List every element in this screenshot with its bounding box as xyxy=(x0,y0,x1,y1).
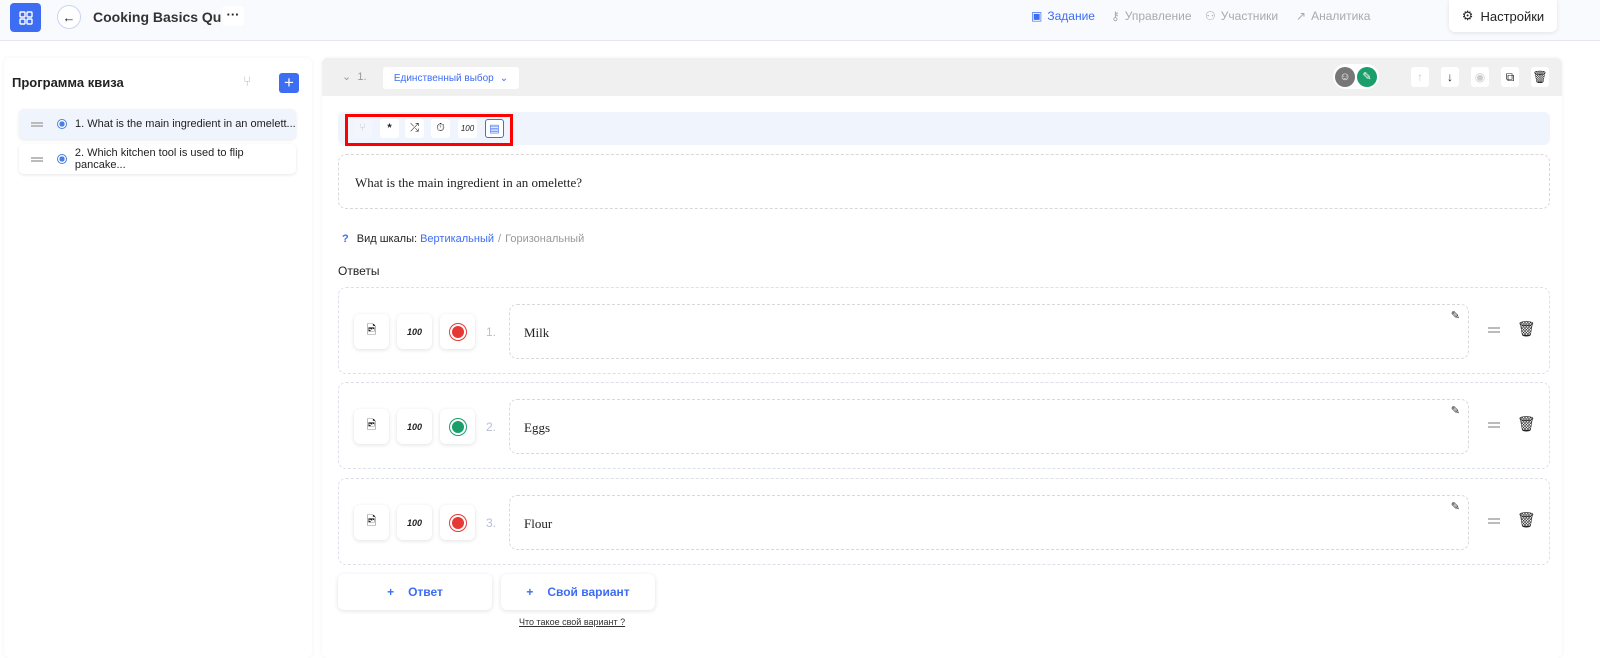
chevron-down-icon[interactable]: ⌄ xyxy=(342,71,351,83)
answer-text-field[interactable]: Flour ✎ xyxy=(509,495,1469,550)
drag-handle-icon[interactable] xyxy=(31,156,43,162)
briefcase-icon: ▣ xyxy=(1031,9,1043,23)
key-icon: ⚷ xyxy=(1111,9,1120,23)
eye-icon[interactable]: ◉ xyxy=(1471,67,1489,87)
plus-icon: + xyxy=(387,585,395,599)
delete-question-button[interactable]: 🗑 xyxy=(1531,67,1549,87)
answer-number: 2. xyxy=(486,420,497,434)
settings-button[interactable]: ⚙ Настройки xyxy=(1449,0,1557,32)
status-dot-icon xyxy=(451,325,464,338)
move-down-button[interactable]: ↓ xyxy=(1441,67,1459,87)
add-answer-button[interactable]: + Ответ xyxy=(338,574,492,610)
drag-handle-icon[interactable] xyxy=(1488,422,1500,428)
avatar[interactable]: ☺ xyxy=(1335,66,1355,87)
add-image-button[interactable]: 🖻 xyxy=(354,314,389,349)
pencil-icon[interactable]: ✎ xyxy=(1451,404,1460,417)
scale-type: ? Вид шкалы: Вертикальный / Горизональный xyxy=(342,233,585,245)
copy-button[interactable]: ⧉ xyxy=(1501,67,1519,87)
question-type-select[interactable]: Единственный выбор ⌄ xyxy=(383,67,519,89)
tab-management[interactable]: ⚷ Управление xyxy=(1111,9,1192,23)
answer-row: 🖻 100 3. Flour ✎ 🗑 xyxy=(338,478,1550,565)
tab-participants[interactable]: ⚇ Участники xyxy=(1205,9,1278,23)
add-image-button[interactable]: 🖻 xyxy=(354,505,389,540)
answer-text-field[interactable]: Milk ✎ xyxy=(509,304,1469,359)
score-100-button[interactable]: 100 xyxy=(397,314,432,349)
radio-icon xyxy=(57,119,67,129)
trend-icon: ↗ xyxy=(1296,9,1307,23)
answer-row: 🖻 100 1. Milk ✎ 🗑 xyxy=(338,287,1550,374)
score-100-button[interactable]: 100 xyxy=(397,409,432,444)
help-icon[interactable]: ? xyxy=(342,233,349,245)
drag-handle-icon[interactable] xyxy=(1488,327,1500,333)
answer-text-field[interactable]: Eggs ✎ xyxy=(509,399,1469,454)
pencil-icon[interactable]: ✎ xyxy=(1451,309,1460,322)
correct-toggle[interactable] xyxy=(440,409,475,444)
radio-icon xyxy=(56,154,67,164)
correct-toggle[interactable] xyxy=(440,505,475,540)
pencil-icon[interactable]: ✎ xyxy=(1451,500,1460,513)
add-own-variant-button[interactable]: + Свой вариант xyxy=(501,574,655,610)
correct-toggle[interactable] xyxy=(440,314,475,349)
gear-icon: ⚙ xyxy=(1461,8,1474,23)
drag-handle-icon[interactable] xyxy=(1488,518,1500,524)
status-dot-icon xyxy=(451,516,464,529)
question-number[interactable]: ⌄ 1. xyxy=(342,70,367,83)
sidebar-question-item[interactable]: 1. What is the main ingredient in an ome… xyxy=(19,109,296,139)
highlight-box xyxy=(345,114,513,146)
question-toolbar xyxy=(338,112,1550,145)
apps-button[interactable] xyxy=(10,3,41,32)
image-plus-icon: 🖻 xyxy=(366,323,377,337)
answer-number: 1. xyxy=(486,325,497,339)
answer-number: 3. xyxy=(486,516,497,530)
trash-icon[interactable]: 🗑 xyxy=(1517,511,1536,529)
more-button[interactable]: ··· xyxy=(222,6,244,26)
drag-handle-icon[interactable] xyxy=(31,121,43,127)
plus-icon: + xyxy=(526,585,534,599)
image-plus-icon: 🖻 xyxy=(366,418,377,432)
branch-icon[interactable]: ⑂ xyxy=(243,73,251,89)
own-variant-help-link[interactable]: Что такое свой вариант ? xyxy=(519,617,625,627)
scale-horizontal-option[interactable]: Горизональный xyxy=(505,233,584,245)
tab-task[interactable]: ▣ Задание xyxy=(1031,9,1095,23)
trash-icon[interactable]: 🗑 xyxy=(1517,320,1536,338)
answers-title: Ответы xyxy=(338,264,380,278)
users-icon: ⚇ xyxy=(1205,9,1216,23)
score-100-button[interactable]: 100 xyxy=(397,505,432,540)
grid-icon xyxy=(18,10,33,25)
chevron-down-icon: ⌄ xyxy=(499,72,509,84)
sidebar-question-item[interactable]: 2. Which kitchen tool is used to flip pa… xyxy=(19,144,296,174)
back-button[interactable]: ← xyxy=(57,5,81,29)
quiz-title: Cooking Basics Quiz xyxy=(93,9,233,25)
trash-icon[interactable]: 🗑 xyxy=(1517,415,1536,433)
edit-avatar[interactable]: ✎ xyxy=(1357,66,1377,87)
answer-row: 🖻 100 2. Eggs ✎ 🗑 xyxy=(338,382,1550,469)
scale-vertical-option[interactable]: Вертикальный xyxy=(420,233,494,245)
avatar-group: ☺ ✎ xyxy=(1333,64,1379,89)
arrow-left-icon: ← xyxy=(62,9,76,25)
sidebar-title: Программа квиза xyxy=(12,75,124,90)
move-up-button[interactable]: ↑ xyxy=(1411,67,1429,87)
status-dot-icon xyxy=(451,420,464,433)
question-text[interactable]: What is the main ingredient in an omelet… xyxy=(338,154,1550,209)
image-plus-icon: 🖻 xyxy=(366,514,377,528)
add-image-button[interactable]: 🖻 xyxy=(354,409,389,444)
tab-analytics[interactable]: ↗ Аналитика xyxy=(1296,9,1370,23)
add-question-button[interactable]: + xyxy=(279,73,299,93)
